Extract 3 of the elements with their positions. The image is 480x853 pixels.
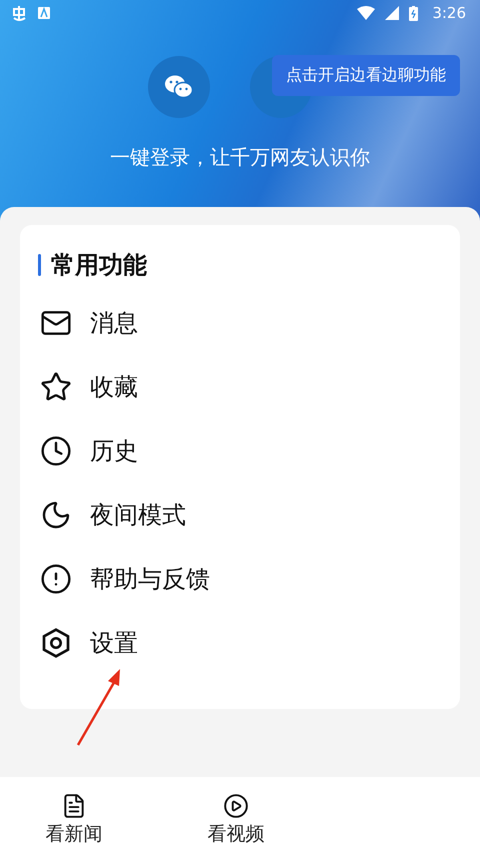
section-title: 常用功能 [51, 250, 147, 281]
login-slogan: 一键登录，让千万网友认识你 [109, 144, 371, 171]
status-time: 3:26 [432, 4, 466, 22]
